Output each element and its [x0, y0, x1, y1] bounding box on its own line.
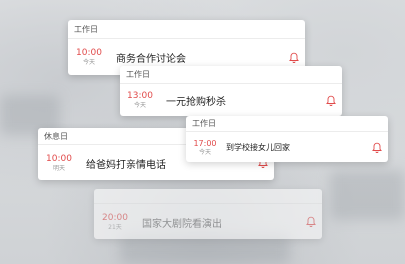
reminder-day: 今天 [198, 149, 211, 156]
day-type-label: 工作日 [192, 119, 216, 128]
reminder-title: 国家大剧院看演出 [142, 218, 222, 230]
day-type-label: 工作日 [74, 24, 98, 34]
card-body: 13:00 今天 一元抢购秒杀 [120, 84, 342, 117]
reminder-time: 20:00 [102, 212, 128, 223]
bell-icon[interactable] [289, 52, 299, 64]
reminder-time: 10:00 [76, 48, 102, 58]
time-block: 20:00 21天 [100, 213, 130, 232]
reminder-title: 商务合作讨论会 [116, 54, 186, 65]
time-block: 13:00 今天 [126, 91, 154, 110]
card-header: 工作日 [120, 66, 342, 84]
time-block: 17:00 今天 [192, 138, 218, 157]
reminder-time: 10:00 [46, 153, 72, 164]
reminder-day: 明天 [52, 164, 65, 172]
card-header [94, 189, 322, 204]
bell-icon[interactable] [372, 142, 382, 154]
reminder-day: 今天 [133, 102, 146, 109]
background-blur [330, 170, 405, 220]
card-body: 17:00 今天 到学校接女儿回家 [186, 132, 388, 163]
reminder-day: 今天 [82, 59, 95, 66]
time-block: 10:00 明天 [44, 154, 74, 173]
reminder-card[interactable]: 工作日 13:00 今天 一元抢购秒杀 [120, 66, 342, 116]
time-block: 10:00 今天 [74, 48, 104, 67]
card-header: 工作日 [186, 116, 388, 132]
reminder-card[interactable]: 工作日 17:00 今天 到学校接女儿回家 [186, 116, 388, 162]
bell-icon[interactable] [326, 95, 336, 107]
reminder-day: 21天 [108, 223, 122, 231]
reminder-card[interactable]: 20:00 21天 国家大剧院看演出 [94, 189, 322, 239]
bell-icon[interactable] [306, 216, 316, 228]
card-body: 20:00 21天 国家大剧院看演出 [94, 204, 322, 240]
reminder-time: 17:00 [193, 139, 217, 148]
reminder-title: 到学校接女儿回家 [226, 143, 290, 152]
day-type-label: 休息日 [44, 131, 68, 141]
reminder-time: 13:00 [127, 91, 153, 101]
card-header: 工作日 [68, 20, 305, 39]
day-type-label: 工作日 [126, 70, 150, 79]
reminder-title: 一元抢购秒杀 [166, 97, 226, 108]
